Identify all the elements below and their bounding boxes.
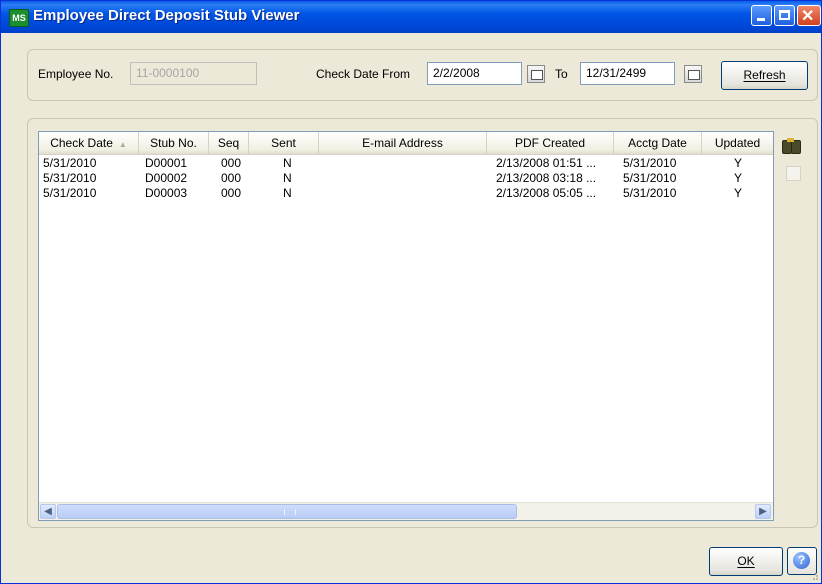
list-header: Check Date ▲ Stub No. Seq Sent E-mail Add… xyxy=(39,132,773,155)
table-row[interactable]: 5/31/2010 D00001 000 N 2/13/2008 01:51 .… xyxy=(39,156,773,170)
cell-updated: Y xyxy=(734,186,743,200)
window-title: Employee Direct Deposit Stub Viewer xyxy=(33,7,300,24)
cell-check-date: 5/31/2010 xyxy=(43,171,97,185)
minimize-icon xyxy=(757,18,765,21)
close-icon: ✕ xyxy=(801,8,815,25)
cell-sent: N xyxy=(283,156,292,170)
horizontal-scrollbar[interactable]: ◀ ▶ xyxy=(39,502,773,520)
minimize-button[interactable] xyxy=(751,5,772,26)
employee-no-field: 11-0000100 xyxy=(130,62,257,85)
resize-grip-icon[interactable] xyxy=(809,571,819,581)
cell-updated: Y xyxy=(734,156,743,170)
dialog-window: MS Employee Direct Deposit Stub Viewer ✕… xyxy=(0,0,822,584)
cell-updated: Y xyxy=(734,171,743,185)
ok-button[interactable]: OK xyxy=(709,547,783,576)
maximize-icon xyxy=(779,10,790,20)
check-date-from-field[interactable]: 2/2/2008 xyxy=(427,62,522,85)
cell-stub-no: D00003 xyxy=(145,186,188,200)
cell-stub-no: D00002 xyxy=(145,171,188,185)
app-icon: MS xyxy=(9,9,29,27)
employee-no-label: Employee No. xyxy=(38,67,114,81)
column-chooser-button[interactable] xyxy=(786,166,801,181)
cell-acctg-date: 5/31/2010 xyxy=(623,156,677,170)
cell-pdf-created: 2/13/2008 03:18 ... xyxy=(496,171,597,185)
binoculars-icon[interactable] xyxy=(781,137,801,155)
column-header-pdf-created[interactable]: PDF Created xyxy=(487,132,614,154)
table-row[interactable]: 5/31/2010 D00002 000 N 2/13/2008 03:18 .… xyxy=(39,171,773,185)
stub-list[interactable]: Check Date ▲ Stub No. Seq Sent E-mail Add… xyxy=(38,131,774,521)
cell-pdf-created: 2/13/2008 05:05 ... xyxy=(496,186,597,200)
cell-stub-no: D00001 xyxy=(145,156,188,170)
cell-sent: N xyxy=(283,171,292,185)
calendar-icon[interactable] xyxy=(527,65,545,83)
cell-sent: N xyxy=(283,186,292,200)
column-header-seq[interactable]: Seq xyxy=(209,132,249,154)
cell-seq: 000 xyxy=(221,186,242,200)
column-header-acctg-date[interactable]: Acctg Date xyxy=(614,132,702,154)
check-date-from-label: Check Date From xyxy=(316,67,411,81)
to-label: To xyxy=(555,67,568,81)
scroll-left-arrow-icon[interactable]: ◀ xyxy=(40,504,56,519)
check-date-to-field[interactable]: 12/31/2499 xyxy=(580,62,675,85)
grip-icon xyxy=(284,509,296,515)
title-bar[interactable]: MS Employee Direct Deposit Stub Viewer ✕ xyxy=(1,1,821,33)
calendar-icon[interactable] xyxy=(684,65,702,83)
cell-acctg-date: 5/31/2010 xyxy=(623,186,677,200)
cell-pdf-created: 2/13/2008 01:51 ... xyxy=(496,156,597,170)
column-header-sent[interactable]: Sent xyxy=(249,132,319,154)
refresh-button[interactable]: Refresh xyxy=(721,61,808,90)
cell-check-date: 5/31/2010 xyxy=(43,186,97,200)
column-header-check-date[interactable]: Check Date ▲ xyxy=(39,132,139,154)
cell-check-date: 5/31/2010 xyxy=(43,156,97,170)
cell-seq: 000 xyxy=(221,156,242,170)
maximize-button[interactable] xyxy=(774,5,795,26)
scroll-right-arrow-icon[interactable]: ▶ xyxy=(755,504,771,519)
table-row[interactable]: 5/31/2010 D00003 000 N 2/13/2008 05:05 .… xyxy=(39,186,773,200)
cell-acctg-date: 5/31/2010 xyxy=(623,171,677,185)
refresh-button-label: Refresh xyxy=(743,68,786,82)
sort-ascending-icon: ▲ xyxy=(118,140,127,149)
column-header-email[interactable]: E-mail Address xyxy=(319,132,487,154)
close-button[interactable]: ✕ xyxy=(797,5,821,26)
column-header-updated[interactable]: Updated xyxy=(702,132,773,154)
help-icon: ? xyxy=(793,552,810,569)
scrollbar-thumb[interactable] xyxy=(57,504,517,519)
column-header-label: Check Date xyxy=(50,136,113,150)
ok-button-label: OK xyxy=(737,554,755,568)
cell-seq: 000 xyxy=(221,171,242,185)
column-header-stub-no[interactable]: Stub No. xyxy=(139,132,209,154)
